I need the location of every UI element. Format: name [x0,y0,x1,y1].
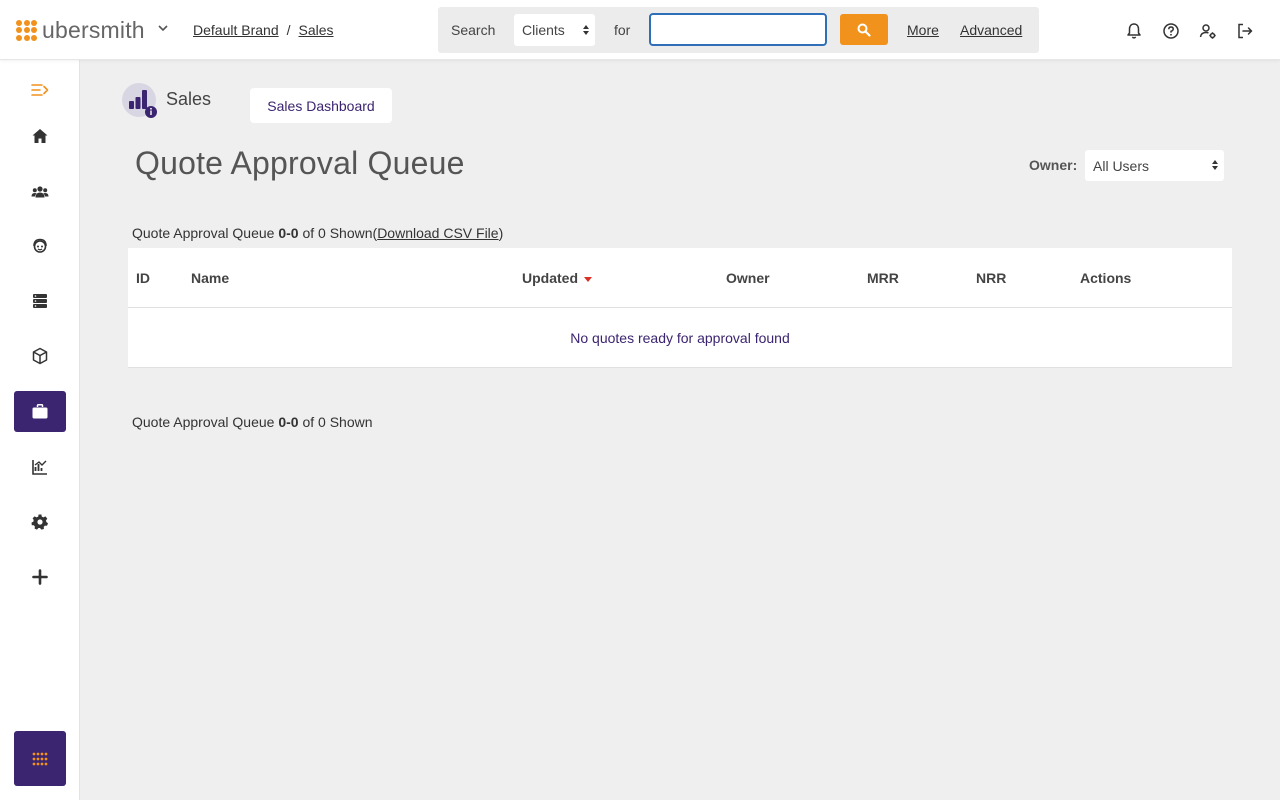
column-header-id[interactable]: ID [136,270,150,286]
sales-briefcase-icon [32,403,48,418]
reports-icon [32,459,47,475]
breadcrumb-sales[interactable]: Sales [299,22,334,38]
summary-suffix: of 0 Shown [302,225,373,241]
search-label: Search [451,22,496,38]
search-more-link[interactable]: More [907,22,939,38]
search-scope-value: Clients [522,22,565,38]
search-bar: Search Clients for More Advanced [438,7,1039,53]
logo-dots-icon [16,19,37,41]
top-bar: ubersmith Default Brand / Sales Search C… [0,0,1280,60]
empty-table-message: No quotes ready for approval found [570,330,790,346]
clients-icon [31,185,49,197]
help-icon[interactable] [1162,22,1180,40]
sidebar-item-reports[interactable] [14,446,66,487]
sidebar [0,60,80,800]
sort-desc-icon [584,276,592,282]
summary-close-paren: ) [498,225,504,241]
page-title: Quote Approval Queue [135,145,465,181]
column-header-name[interactable]: Name [191,270,229,286]
support-icon [33,238,47,253]
breadcrumb-separator: / [286,22,291,38]
sales-section-icon [122,83,157,118]
ubersmith-logo[interactable]: ubersmith [16,17,145,43]
search-icon [857,23,871,37]
chevron-down-icon[interactable] [157,22,169,34]
devices-icon [33,293,47,308]
summary-range: 0-0 [278,225,299,241]
brand-name: ubersmith [42,17,145,43]
select-arrows-icon [1212,160,1218,170]
apps-button[interactable] [14,731,66,786]
search-for-label: for [614,22,631,38]
sidebar-item-home[interactable] [14,115,66,156]
select-arrows-icon [583,25,589,35]
summary-suffix: of 0 Shown [302,414,373,430]
sidebar-item-add[interactable] [14,556,66,597]
user-settings-icon[interactable] [1199,22,1217,40]
home-icon [32,128,48,143]
sidebar-item-settings[interactable] [14,501,66,542]
summary-prefix: Quote Approval Queue [132,225,275,241]
table-header: ID Name Updated Owner MRR NRR Actions [128,248,1232,308]
search-input[interactable] [649,13,827,46]
logout-icon[interactable] [1236,22,1254,40]
sidebar-item-devices[interactable] [14,280,66,321]
owner-select[interactable]: All Users [1085,150,1224,181]
column-header-nrr[interactable]: NRR [976,270,1006,286]
column-header-updated[interactable]: Updated [522,270,592,286]
search-button[interactable] [840,14,888,45]
sidebar-item-clients[interactable] [14,171,66,212]
sidebar-item-support[interactable] [14,225,66,266]
column-header-mrr[interactable]: MRR [867,270,899,286]
search-advanced-link[interactable]: Advanced [960,22,1022,38]
column-header-updated-label: Updated [522,270,578,286]
summary-range: 0-0 [278,414,299,430]
breadcrumb: Default Brand / Sales [193,22,334,38]
bell-icon[interactable] [1125,22,1143,40]
owner-label: Owner: [1029,157,1078,173]
search-scope-select[interactable]: Clients [514,14,595,46]
section-title: Sales [166,89,212,109]
sidebar-item-collapse[interactable] [14,69,66,110]
summary-prefix: Quote Approval Queue [132,414,275,430]
column-header-owner[interactable]: Owner [726,270,770,286]
apps-grid-icon [32,752,48,765]
sidebar-item-sales[interactable] [14,391,66,432]
breadcrumb-default-brand[interactable]: Default Brand [193,22,279,38]
column-header-actions: Actions [1080,270,1132,286]
queue-summary-bottom: Quote Approval Queue 0-0 of 0 Shown [132,414,373,430]
collapse-menu-icon [31,83,49,96]
sales-dashboard-button[interactable]: Sales Dashboard [250,88,392,123]
add-icon [32,568,48,585]
owner-select-value: All Users [1093,158,1150,174]
packages-icon [32,347,48,364]
queue-summary-top: Quote Approval Queue 0-0 of 0 Shown(Down… [132,225,503,241]
download-csv-link[interactable]: Download CSV File [377,225,498,241]
quote-table: ID Name Updated Owner MRR NRR Actions No… [128,248,1232,368]
sidebar-item-packages[interactable] [14,335,66,376]
settings-icon [31,514,48,530]
